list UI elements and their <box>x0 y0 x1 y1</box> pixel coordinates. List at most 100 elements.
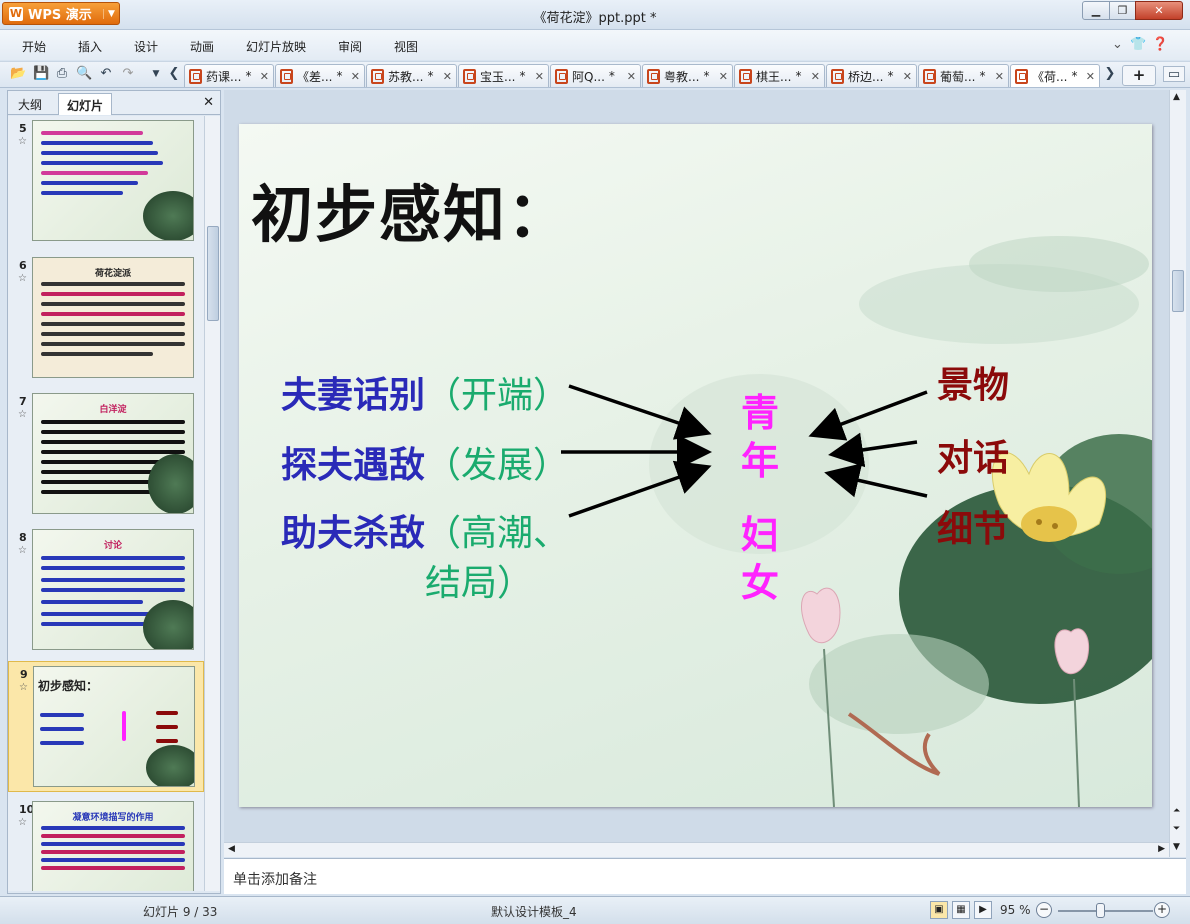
slideshow-view-icon[interactable]: ▶ <box>974 901 992 919</box>
window-list-icon[interactable]: ▭ <box>1163 66 1185 82</box>
animation-star-icon: ☆ <box>18 817 27 828</box>
menu-home[interactable]: 开始 <box>22 38 46 55</box>
doc-tab-label: 阿Q... <box>572 69 605 84</box>
minimize-button[interactable]: ▁ <box>1082 1 1110 20</box>
slide-thumbnail[interactable]: 8 ☆ 讨论 <box>8 525 204 656</box>
maximize-button[interactable]: ❐ <box>1109 1 1136 20</box>
new-tab-button[interactable]: + <box>1122 65 1156 86</box>
close-button[interactable]: ✕ <box>1135 1 1183 20</box>
slide-thumbnail[interactable]: 10 ☆ 凝意环境描写的作用 <box>8 797 204 891</box>
doc-tab[interactable]: 粤教... * ✕ <box>642 64 733 87</box>
tab-close-icon[interactable]: ✕ <box>535 70 544 83</box>
slides-pane-scrollbar[interactable] <box>204 116 220 891</box>
scroll-left-icon[interactable]: ◀ <box>228 844 235 854</box>
zoom-slider[interactable] <box>1058 910 1153 912</box>
open-folder-icon[interactable]: 📂 <box>10 66 26 82</box>
doc-tab[interactable]: 阿Q... * ✕ <box>550 64 641 87</box>
scroll-thumb[interactable] <box>207 226 219 321</box>
plot-item-fight[interactable]: 助夫杀敌（高潮、 <box>281 504 569 556</box>
zoom-slider-handle[interactable] <box>1096 903 1105 918</box>
undo-icon[interactable]: ↶ <box>98 66 114 82</box>
doc-tab[interactable]: 桥边... * ✕ <box>826 64 917 87</box>
print-preview-icon[interactable]: 🔍 <box>76 66 92 82</box>
tab-slides[interactable]: 幻灯片 <box>58 93 113 115</box>
scroll-down-icon[interactable]: ▼ <box>1173 842 1180 852</box>
slide-preview-title: 白洋淀 <box>99 405 127 415</box>
tab-close-icon[interactable]: ✕ <box>811 70 820 83</box>
tab-close-icon[interactable]: ✕ <box>627 70 636 83</box>
page-up-icon[interactable]: ⏶ <box>1173 806 1180 816</box>
slide-title[interactable]: 初步感知： <box>251 164 571 254</box>
tab-close-icon[interactable]: ✕ <box>351 70 360 83</box>
slide-thumbnail[interactable]: 6 ☆ 荷花淀派 <box>8 253 204 384</box>
menu-view[interactable]: 视图 <box>394 38 418 55</box>
doc-tab[interactable]: 药课... * ✕ <box>184 64 274 87</box>
tab-close-icon[interactable]: ✕ <box>995 70 1004 83</box>
help-icon[interactable]: ❓ <box>1152 37 1168 52</box>
scroll-right-icon[interactable]: ▶ <box>1158 844 1165 854</box>
menu-slideshow[interactable]: 幻灯片放映 <box>246 38 306 55</box>
editor-horizontal-scrollbar[interactable]: ◀ ▶ <box>224 842 1169 857</box>
element-scenery[interactable]: 景物 <box>937 356 1009 408</box>
current-slide[interactable]: 初步感知： 夫妻话别（开端） 探夫遇敌（发展） 助夫杀敌（高潮、 结局） 青 年… <box>239 124 1152 807</box>
slide-preview <box>32 120 194 241</box>
normal-view-icon[interactable]: ▣ <box>930 901 948 919</box>
animation-star-icon: ☆ <box>19 682 28 693</box>
slide-sorter-icon[interactable]: ▦ <box>952 901 970 919</box>
tab-close-icon[interactable]: ✕ <box>903 70 912 83</box>
menu-animation[interactable]: 动画 <box>190 38 214 55</box>
doc-tab-active[interactable]: 《荷... * ✕ <box>1010 64 1100 87</box>
ppt-file-icon <box>831 68 844 84</box>
slides-pane: 大纲 幻灯片 ✕ 5 ☆ 6 ☆ 荷花淀派 7 ☆ 白洋淀 8 ☆ 讨论 9 ☆… <box>7 90 221 894</box>
slide-counter: 幻灯片 9 / 33 <box>143 905 218 919</box>
tab-outline[interactable]: 大纲 <box>10 93 50 115</box>
menu-review[interactable]: 审阅 <box>338 38 362 55</box>
slide-thumbnail[interactable]: 5 ☆ <box>8 116 204 247</box>
slide-editing-area: 初步感知： 夫妻话别（开端） 探夫遇敌（发展） 助夫杀敌（高潮、 结局） 青 年… <box>224 90 1169 842</box>
document-title: 《荷花淀》ppt.ppt * <box>533 11 657 26</box>
doc-tab[interactable]: 葡萄... * ✕ <box>918 64 1009 87</box>
doc-tab[interactable]: 宝玉... * ✕ <box>458 64 549 87</box>
page-down-icon[interactable]: ⏷ <box>1173 824 1180 834</box>
doc-tab[interactable]: 棋王... * ✕ <box>734 64 825 87</box>
plot-item-farewell[interactable]: 夫妻话别（开端） <box>281 366 569 418</box>
ppt-file-icon <box>647 68 660 84</box>
tab-close-icon[interactable]: ✕ <box>1086 70 1095 83</box>
theme-char: 青 <box>741 391 780 435</box>
pane-close-icon[interactable]: ✕ <box>203 95 214 110</box>
tabs-scroll-left-icon[interactable]: ❮ <box>166 66 182 82</box>
tab-close-icon[interactable]: ✕ <box>719 70 728 83</box>
animation-star-icon: ☆ <box>18 409 27 420</box>
zoom-out-icon[interactable]: − <box>1036 902 1052 918</box>
slide-preview-title: 初步感知： <box>38 679 99 693</box>
tab-close-icon[interactable]: ✕ <box>443 70 452 83</box>
design-template-name: 默认设计模板_4 <box>491 905 577 919</box>
plot-item-visit[interactable]: 探夫遇敌（发展） <box>281 436 569 488</box>
theme-char: 妇 <box>741 513 780 557</box>
slide-thumbnail-selected[interactable]: 9 ☆ 初步感知： <box>8 661 204 792</box>
save-icon[interactable]: 💾 <box>33 66 49 82</box>
skin-icon[interactable]: 👕 <box>1130 37 1146 52</box>
zoom-in-icon[interactable]: + <box>1154 902 1170 918</box>
doc-tab[interactable]: 《差... * ✕ <box>275 64 365 87</box>
scroll-thumb[interactable] <box>1172 270 1184 312</box>
slide-number: 7 <box>19 395 27 408</box>
scroll-up-icon[interactable]: ▲ <box>1173 92 1180 102</box>
menu-design[interactable]: 设计 <box>134 38 158 55</box>
editor-vertical-scrollbar[interactable]: ▲ ⏶ ⏷ ▼ <box>1169 90 1186 857</box>
doc-tab-label: 《荷... <box>1032 69 1068 84</box>
customize-toolbar-icon[interactable]: ▼ <box>148 66 164 82</box>
redo-icon[interactable]: ↷ <box>120 66 136 82</box>
slide-number: 9 <box>20 668 28 681</box>
element-detail[interactable]: 细节 <box>937 500 1009 552</box>
print-icon[interactable]: ⎙ <box>54 66 70 82</box>
collapse-ribbon-icon[interactable]: ⌄ <box>1112 37 1123 52</box>
slide-preview-title: 荷花淀派 <box>94 269 131 279</box>
notes-pane[interactable]: 单击添加备注 <box>224 858 1186 894</box>
doc-tab[interactable]: 苏教... * ✕ <box>366 64 457 87</box>
tab-close-icon[interactable]: ✕ <box>260 70 269 83</box>
element-dialogue[interactable]: 对话 <box>937 429 1009 481</box>
slide-thumbnail[interactable]: 7 ☆ 白洋淀 <box>8 389 204 520</box>
menu-insert[interactable]: 插入 <box>78 38 102 55</box>
tabs-scroll-right-icon[interactable]: ❯ <box>1102 66 1118 82</box>
